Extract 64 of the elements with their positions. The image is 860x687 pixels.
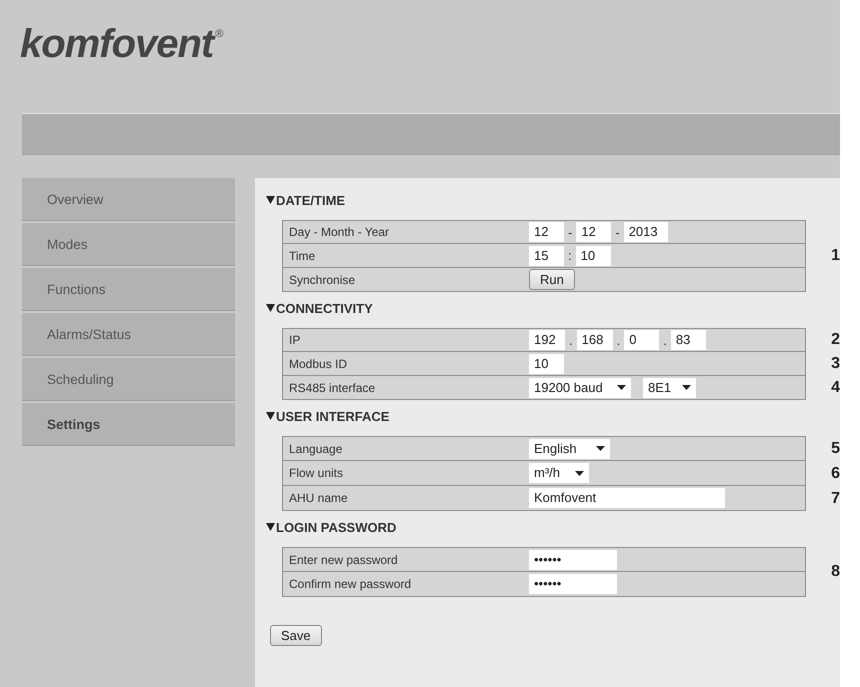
dropdown-caret-icon <box>575 470 584 476</box>
dropdown-caret-icon <box>596 446 605 451</box>
password-field[interactable]: •••••• <box>529 550 617 570</box>
callout-number: 6 <box>830 464 840 482</box>
callout-number: 8 <box>830 563 840 581</box>
separator-text: . <box>616 332 620 348</box>
dropdown-caret-icon <box>682 385 691 390</box>
callout-number: 3 <box>830 355 840 373</box>
row-label: Day - Month - Year <box>288 225 390 239</box>
dropdown[interactable]: m³/h <box>529 463 589 483</box>
dropdown[interactable]: English <box>529 438 610 458</box>
separator-text: . <box>569 332 573 348</box>
row-label: Time <box>288 248 316 262</box>
dropdown[interactable]: 8E1 <box>643 378 696 398</box>
run-button[interactable]: Run <box>529 269 575 290</box>
input-field[interactable]: 0 <box>624 330 660 350</box>
section-heading: LOGIN PASSWORD <box>276 520 396 534</box>
input-field[interactable]: 83 <box>670 330 706 350</box>
dropdown-caret-icon <box>617 385 626 390</box>
sidebar-item[interactable]: Overview <box>22 178 235 221</box>
input-field[interactable]: Komfovent <box>529 488 725 508</box>
row-label: RS485 interface <box>288 380 376 394</box>
row-label: Enter new password <box>288 552 399 566</box>
row-label: Modbus ID <box>288 356 348 370</box>
sidebar-item[interactable]: Settings <box>22 403 235 446</box>
separator-text: - <box>568 224 572 240</box>
row-label: Confirm new password <box>288 577 412 591</box>
row-label: Flow units <box>288 466 344 480</box>
input-field[interactable]: 192 <box>529 330 565 350</box>
callout-number: 5 <box>830 440 840 458</box>
input-field[interactable]: 10 <box>576 246 611 266</box>
sidebar-item[interactable]: Alarms/Status <box>22 313 235 356</box>
row-label: AHU name <box>288 491 349 505</box>
section-heading: USER INTERFACE <box>276 408 390 424</box>
input-field[interactable]: 15 <box>529 246 564 266</box>
input-field[interactable]: 2013 <box>624 222 668 242</box>
sidebar-item[interactable]: Modes <box>22 223 235 266</box>
input-field[interactable]: 12 <box>576 222 612 242</box>
logo-text: komfovent <box>20 22 214 67</box>
callout-number: 4 <box>830 379 840 397</box>
callout-number: 1 <box>830 247 840 265</box>
collapse-caret-icon[interactable] <box>266 523 275 531</box>
input-field[interactable]: 168 <box>576 330 613 350</box>
separator-text: - <box>615 224 620 240</box>
callout-number: 7 <box>830 490 840 508</box>
password-field[interactable]: •••••• <box>529 574 617 594</box>
dropdown[interactable]: 19200 baud <box>529 378 631 398</box>
section-heading: CONNECTIVITY <box>276 300 373 316</box>
registered-mark: ® <box>215 28 224 40</box>
row-label: Synchronise <box>288 272 356 286</box>
collapse-caret-icon[interactable] <box>266 304 275 312</box>
separator-text: : <box>568 248 572 263</box>
collapse-caret-icon[interactable] <box>266 196 275 204</box>
separator-text: . <box>663 332 667 348</box>
save-button[interactable]: Save <box>270 625 322 646</box>
section-heading: DATE/TIME <box>276 192 346 208</box>
sidebar-item[interactable]: Functions <box>22 268 235 311</box>
input-field[interactable]: 12 <box>529 222 564 242</box>
row-label: IP <box>288 333 302 347</box>
sidebar-item[interactable]: Scheduling <box>22 358 235 401</box>
row-label: Language <box>288 442 344 456</box>
input-field[interactable]: 10 <box>529 354 564 374</box>
collapse-caret-icon[interactable] <box>266 412 275 420</box>
callout-number: 2 <box>830 331 840 349</box>
